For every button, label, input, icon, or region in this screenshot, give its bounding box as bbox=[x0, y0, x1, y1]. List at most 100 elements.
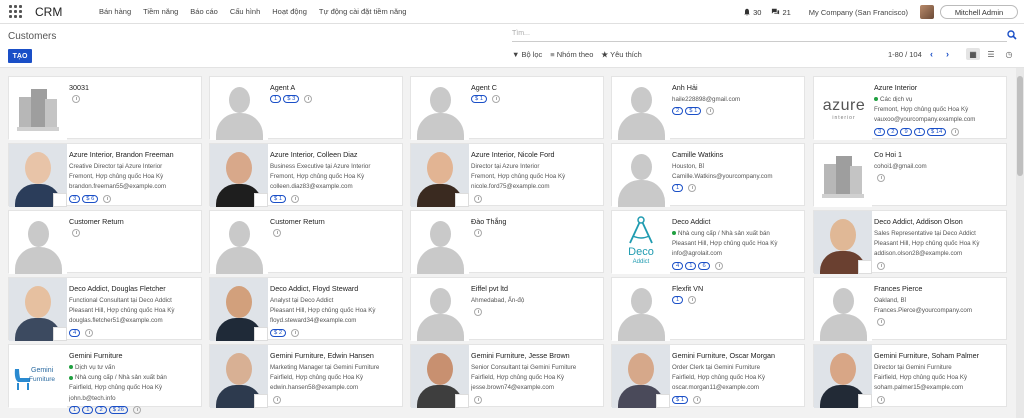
activity-clock-icon[interactable] bbox=[877, 261, 885, 270]
activity-clock-icon[interactable] bbox=[291, 328, 300, 337]
stat-badge[interactable]: $ 1 bbox=[672, 395, 689, 404]
contact-card[interactable]: Gemini Furniture, Jesse Brown Senior Cons… bbox=[410, 344, 604, 408]
user-menu[interactable]: Mitchell Admin bbox=[940, 5, 1018, 19]
contact-card[interactable]: Gemini Furniture, Oscar Morgan Order Cler… bbox=[611, 344, 805, 408]
contact-card[interactable]: Frances Pierce Oakland, Bỉ Frances.Pierce@… bbox=[813, 277, 1007, 341]
card-name[interactable]: Gemini Furniture, Soham Palmer bbox=[874, 351, 1002, 360]
create-button[interactable]: TẠO bbox=[8, 49, 32, 63]
activity-clock-icon[interactable] bbox=[877, 174, 885, 183]
activity-clock-icon[interactable] bbox=[474, 308, 482, 317]
stat-badge[interactable]: 2 bbox=[672, 107, 684, 116]
contact-card[interactable]: azure interior Azure Interior Các dịch vụ Fr… bbox=[813, 76, 1007, 140]
contact-card[interactable]: Agent A 1 $ 3 bbox=[209, 76, 403, 140]
stat-badge[interactable]: 1 bbox=[270, 95, 282, 103]
contact-card[interactable]: Anh Hải haile228898@gmail.com 2 $ 1 bbox=[611, 76, 805, 140]
contact-card[interactable]: Deco Addict Deco Addict Nhà cung cấp / Nhà … bbox=[611, 210, 805, 274]
stat-badge[interactable]: $ 3 bbox=[283, 95, 300, 103]
activity-clock-icon[interactable] bbox=[693, 395, 702, 404]
card-name[interactable]: Frances Pierce bbox=[874, 284, 1002, 293]
contact-card[interactable]: Agent C $ 1 bbox=[410, 76, 604, 140]
card-name[interactable]: Customer Return bbox=[270, 217, 398, 226]
contact-card[interactable]: Đào Thắng bbox=[410, 210, 604, 274]
kanban-view-icon[interactable]: ▦ bbox=[966, 48, 980, 60]
card-name[interactable]: 30031 bbox=[69, 83, 197, 92]
search-input[interactable]: Tìm... bbox=[512, 30, 1007, 42]
card-name[interactable]: Flexfit VN bbox=[672, 284, 800, 293]
activity-clock-icon[interactable] bbox=[877, 318, 885, 327]
contact-card[interactable]: Flexfit VN 1 bbox=[611, 277, 805, 341]
stat-badge[interactable]: 3 bbox=[874, 127, 886, 136]
pager-previous-icon[interactable]: ‹ bbox=[930, 49, 938, 59]
card-name[interactable]: Eiffel pvt ltd bbox=[471, 284, 599, 293]
card-name[interactable]: Azure Interior, Nicole Ford bbox=[471, 150, 599, 159]
contact-card[interactable]: Customer Return bbox=[209, 210, 403, 274]
contact-card[interactable]: Azure Interior, Brandon Freeman Creative … bbox=[8, 143, 202, 207]
activity-clock-icon[interactable] bbox=[877, 395, 885, 404]
activity-view-icon[interactable]: ◷ bbox=[1002, 48, 1016, 60]
activity-clock-icon[interactable] bbox=[291, 194, 300, 203]
stat-badge[interactable]: 1 bbox=[69, 405, 81, 414]
stat-badge[interactable]: $ 26 bbox=[108, 405, 128, 414]
menu-item-sales[interactable]: Bán hàng bbox=[93, 7, 137, 16]
menu-item-leads[interactable]: Tiềm năng bbox=[137, 7, 184, 16]
contact-card[interactable]: Deco Addict, Floyd Steward Analyst tại De… bbox=[209, 277, 403, 341]
card-name[interactable]: Customer Return bbox=[69, 217, 197, 226]
activity-clock-icon[interactable] bbox=[714, 261, 723, 270]
filters-button[interactable]: ▼ Bộ lọc bbox=[512, 50, 542, 59]
contact-card[interactable]: Azure Interior, Nicole Ford Director tại … bbox=[410, 143, 604, 207]
stat-badge[interactable]: 1 bbox=[672, 184, 684, 193]
activity-clock-icon[interactable] bbox=[474, 395, 482, 404]
card-name[interactable]: Agent C bbox=[471, 83, 599, 92]
stat-badge[interactable]: 9 bbox=[900, 127, 912, 136]
stat-badge[interactable]: 1 bbox=[672, 296, 684, 304]
card-name[interactable]: Azure Interior, Colleen Diaz bbox=[270, 150, 398, 159]
menu-item-reports[interactable]: Báo cáo bbox=[184, 7, 224, 16]
card-name[interactable]: Deco Addict bbox=[672, 217, 800, 226]
stat-badge[interactable]: 1 bbox=[913, 127, 925, 136]
menu-item-config[interactable]: Cấu hình bbox=[224, 7, 266, 16]
contact-card[interactable]: Eiffel pvt ltd Ahmedabad, Ấn-độ bbox=[410, 277, 604, 341]
card-name[interactable]: Deco Addict, Douglas Fletcher bbox=[69, 284, 197, 293]
activity-clock-icon[interactable] bbox=[304, 95, 313, 103]
contact-card[interactable]: Customer Return bbox=[8, 210, 202, 274]
activity-clock-icon[interactable] bbox=[103, 194, 112, 203]
card-name[interactable]: Agent A bbox=[270, 83, 398, 92]
contact-card[interactable]: Gemini Furniture, Soham Palmer Director t… bbox=[813, 344, 1007, 408]
stat-badge[interactable]: 4 bbox=[672, 261, 684, 270]
stat-badge[interactable]: 1 bbox=[82, 405, 94, 414]
contact-card[interactable]: Azure Interior, Colleen Diaz Business Exe… bbox=[209, 143, 403, 207]
contact-card[interactable]: 30031 bbox=[8, 76, 202, 140]
stat-badge[interactable]: $ 14 bbox=[926, 127, 947, 136]
scrollbar-thumb[interactable] bbox=[1017, 76, 1023, 176]
stat-badge[interactable]: $ 1 bbox=[685, 107, 702, 116]
contact-card[interactable]: Deco Addict, Addison Olson Sales Represen… bbox=[813, 210, 1007, 274]
activity-clock-icon[interactable] bbox=[133, 405, 141, 414]
menu-item-activities[interactable]: Hoạt động bbox=[266, 7, 313, 16]
apps-menu-icon[interactable] bbox=[8, 5, 22, 19]
card-name[interactable]: Gemini Furniture bbox=[69, 351, 197, 360]
groupby-button[interactable]: ≡ Nhóm theo bbox=[550, 50, 593, 59]
card-name[interactable]: Azure Interior bbox=[874, 83, 1002, 92]
favorites-button[interactable]: ★ Yêu thích bbox=[601, 50, 641, 59]
list-view-icon[interactable]: ☰ bbox=[984, 48, 998, 60]
card-name[interactable]: Gemini Furniture, Edwin Hansen bbox=[270, 351, 398, 360]
card-name[interactable]: Gemini Furniture, Oscar Morgan bbox=[672, 351, 800, 360]
stat-badge[interactable]: 1 bbox=[685, 261, 697, 270]
contact-card[interactable]: Gemini Furniture Gemini Furniture Dịch vụ t… bbox=[8, 344, 202, 414]
stat-badge[interactable]: $ 2 bbox=[270, 328, 287, 337]
activity-clock-icon[interactable] bbox=[85, 328, 94, 337]
pager-value[interactable]: 1-80 / 104 bbox=[888, 50, 922, 59]
stat-badge[interactable]: $ 1 bbox=[471, 95, 488, 103]
stat-badge[interactable]: $ 1 bbox=[270, 194, 287, 203]
activity-clock-icon[interactable] bbox=[706, 107, 715, 116]
activity-clock-icon[interactable] bbox=[688, 296, 697, 304]
activity-clock-icon[interactable] bbox=[72, 95, 80, 103]
activity-clock-icon[interactable] bbox=[474, 229, 482, 237]
company-switcher[interactable]: My Company (San Francisco) bbox=[809, 8, 908, 17]
card-name[interactable]: Camille Watkins bbox=[672, 150, 800, 159]
messages-button[interactable]: 21 bbox=[771, 8, 791, 17]
pager-next-icon[interactable]: › bbox=[946, 49, 954, 59]
stat-badge[interactable]: $ 6 bbox=[82, 194, 99, 203]
contact-card[interactable]: Camille Watkins Houston, Bỉ Camille.Watkin… bbox=[611, 143, 805, 207]
stat-badge[interactable]: 2 bbox=[887, 127, 899, 136]
